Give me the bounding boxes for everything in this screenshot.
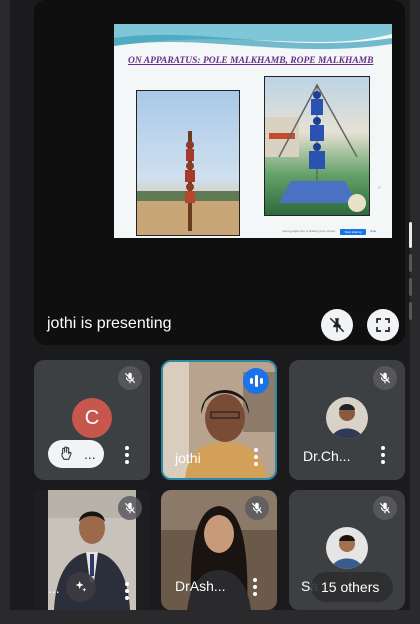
visual-effects-icon	[75, 581, 87, 592]
others-count-label: 15 others	[321, 579, 380, 595]
more-options-icon[interactable]	[380, 446, 386, 464]
mic-off-icon	[118, 496, 142, 520]
slide-title: ON APPARATUS: POLE MALKHAMB, ROPE MALKHA…	[128, 56, 374, 66]
pole-malkhamb-photo	[136, 90, 240, 236]
participant-name: Dr.Ch...	[303, 448, 351, 464]
avatar: C	[72, 398, 112, 438]
mic-off-icon	[373, 366, 397, 390]
participant-tile-others[interactable]: Sa 15 others	[289, 490, 405, 610]
hand-label: ...	[84, 446, 96, 462]
stop-sharing-button[interactable]: Stop sharing	[340, 229, 366, 235]
participant-tile-4[interactable]: ...	[34, 490, 150, 610]
unpin-button[interactable]	[321, 309, 353, 341]
raised-hand-badge[interactable]: ...	[48, 440, 104, 468]
participant-tile-drash[interactable]: DrAsh...	[161, 490, 277, 610]
fullscreen-icon	[376, 318, 390, 332]
participant-tile-drch[interactable]: Dr.Ch...	[289, 360, 405, 480]
mic-off-icon	[373, 496, 397, 520]
others-count-pill[interactable]: 15 others	[311, 572, 393, 602]
left-edge	[0, 0, 10, 624]
filmstrip-scroll-indicator[interactable]	[409, 222, 412, 332]
mouse-cursor	[378, 186, 381, 189]
participant-name: ...	[48, 580, 60, 596]
pin-off-icon	[329, 317, 345, 333]
presenting-label: jothi is presenting	[47, 315, 172, 332]
more-options-icon[interactable]	[252, 578, 258, 596]
participant-name: DrAsh...	[175, 578, 226, 594]
participant-tile-jothi[interactable]: jothi	[161, 360, 277, 480]
speaking-indicator-icon	[243, 368, 269, 394]
bottom-edge	[0, 610, 420, 624]
more-options-icon[interactable]	[124, 582, 130, 600]
mic-off-icon	[245, 496, 269, 520]
sharing-notice-bar: meet.google.com is sharing your screen. …	[282, 229, 378, 237]
more-options-icon[interactable]	[124, 446, 130, 464]
sharing-notice-text: meet.google.com is sharing your screen.	[282, 229, 337, 233]
avatar	[326, 527, 368, 569]
mic-off-icon	[118, 366, 142, 390]
hide-button[interactable]: Hide	[370, 229, 376, 233]
slide-header-wave	[114, 24, 392, 50]
participant-tile-c[interactable]: C ...	[34, 360, 150, 480]
shared-slide: ON APPARATUS: POLE MALKHAMB, ROPE MALKHA…	[114, 24, 392, 238]
avatar	[326, 397, 368, 439]
participant-name: jothi	[175, 450, 201, 466]
raised-hand-icon	[61, 446, 72, 460]
fullscreen-button[interactable]	[367, 309, 399, 341]
presentation-stage: ON APPARATUS: POLE MALKHAMB, ROPE MALKHA…	[34, 0, 405, 345]
visual-effects-button[interactable]	[66, 572, 96, 602]
more-options-icon[interactable]	[253, 448, 259, 466]
rope-malkhamb-photo	[264, 76, 370, 216]
